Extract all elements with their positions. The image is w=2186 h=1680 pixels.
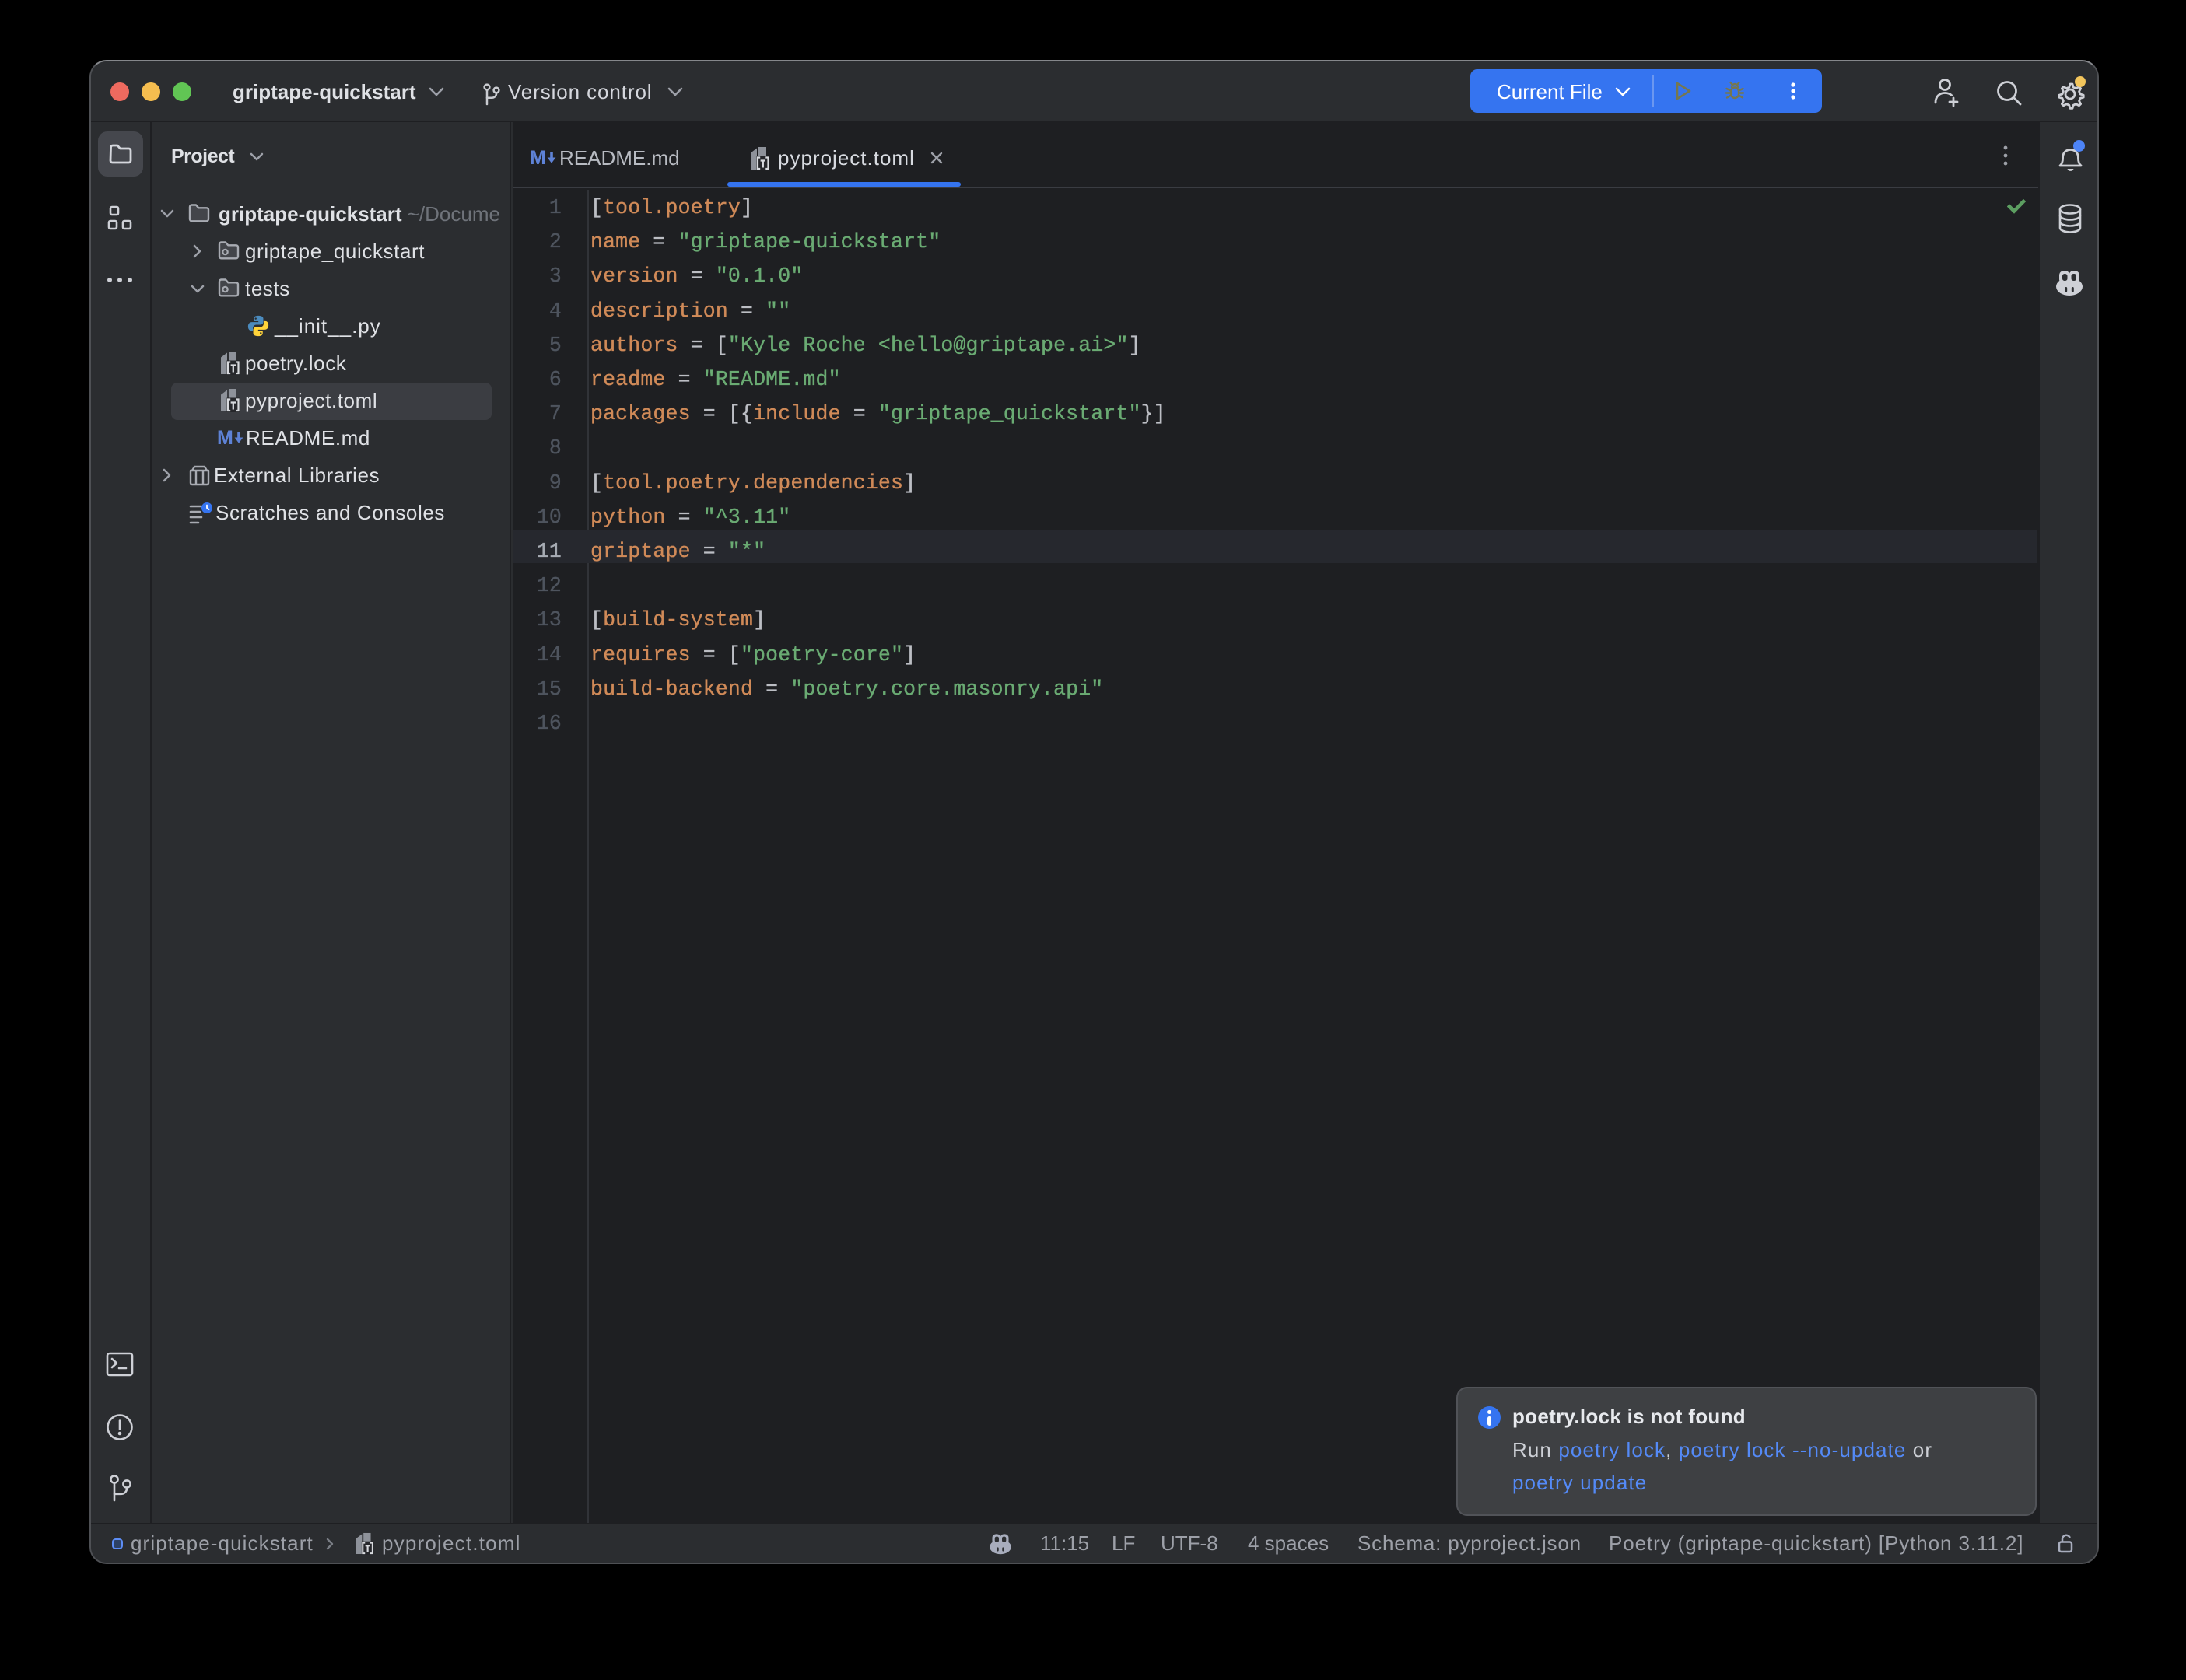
svg-text:M: M (530, 147, 546, 169)
svg-text:M: M (217, 427, 233, 449)
